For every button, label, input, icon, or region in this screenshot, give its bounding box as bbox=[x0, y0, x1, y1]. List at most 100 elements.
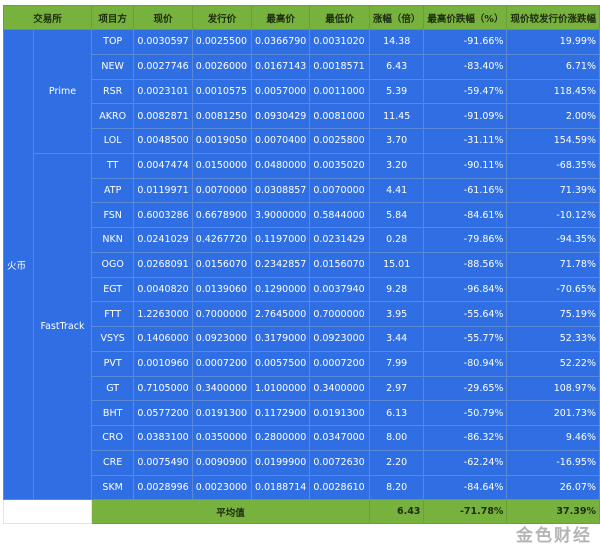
cell-price: 0.0028996 bbox=[133, 474, 193, 501]
cell-issue-price: 0.0090900 bbox=[191, 449, 252, 476]
cell-drop-from-high: -88.56% bbox=[423, 251, 508, 278]
cell-project: LOL bbox=[90, 128, 135, 154]
table-row: OGO 0.0268091 0.0156070 0.2342857 0.0156070 1… bbox=[4, 251, 600, 278]
cell-drop-from-high: -91.09% bbox=[423, 103, 508, 129]
cell-low: 0.0031020 bbox=[309, 29, 370, 55]
cell-high: 0.1197000 bbox=[250, 227, 311, 253]
cell-issue-price: 0.0026000 bbox=[191, 53, 252, 80]
cell-change-vs-issue: 26.07% bbox=[506, 474, 600, 501]
cell-high: 0.0057000 bbox=[250, 78, 311, 105]
cell-high: 0.0188714 bbox=[250, 474, 311, 501]
cell-high: 0.1290000 bbox=[250, 276, 311, 303]
table-row: FastTrack TT 0.0047474 0.0150000 0.0480000 0.… bbox=[4, 152, 600, 501]
watermark-logo: 金色财经 bbox=[516, 526, 592, 546]
table-row: LOL 0.0048500 0.0019050 0.0070400 0.0025800 3… bbox=[4, 128, 600, 154]
cell-multiple: 3.20 bbox=[368, 152, 425, 179]
cell-change-vs-issue: 52.22% bbox=[506, 350, 600, 377]
cell-change-vs-issue: 9.46% bbox=[506, 425, 600, 451]
average-row: 平均值 6.43 -71.78% 37.39% bbox=[3, 499, 600, 525]
average-multiple: 6.43 bbox=[368, 499, 425, 525]
table-row: VSYS 0.1406000 0.0923000 0.3179000 0.0923000… bbox=[4, 326, 600, 352]
cell-change-vs-issue: -94.35% bbox=[506, 227, 600, 253]
cell-change-vs-issue: 2.00% bbox=[506, 103, 600, 129]
cell-price: 0.0119971 bbox=[133, 177, 193, 204]
cell-issue-price: 0.0139060 bbox=[191, 276, 252, 303]
cell-low: 0.0018571 bbox=[309, 53, 370, 80]
cell-multiple: 3.70 bbox=[368, 128, 425, 154]
cell-change-vs-issue: -16.95% bbox=[506, 449, 600, 476]
cell-change-vs-issue: 19.99% bbox=[506, 29, 600, 55]
cell-high: 0.0308857 bbox=[250, 177, 311, 204]
cell-multiple: 5.84 bbox=[368, 202, 425, 228]
cell-low: 0.0035020 bbox=[309, 152, 370, 179]
cell-drop-from-high: -31.11% bbox=[423, 128, 508, 154]
cell-low: 0.0025800 bbox=[309, 128, 370, 154]
table-row: ATP 0.0119971 0.0070000 0.0308857 0.0070000 4… bbox=[4, 177, 600, 204]
cell-low: 0.0037940 bbox=[309, 276, 370, 303]
cell-multiple: 8.00 bbox=[368, 425, 425, 451]
cell-low: 0.0347000 bbox=[309, 425, 370, 451]
cell-price: 0.0048500 bbox=[133, 128, 193, 154]
cell-low: 0.0923000 bbox=[309, 326, 370, 352]
cell-drop-from-high: -50.79% bbox=[423, 400, 508, 426]
cell-issue-price: 0.0019050 bbox=[191, 128, 252, 154]
cell-change-vs-issue: 71.78% bbox=[506, 251, 600, 278]
cell-high: 3.9000000 bbox=[250, 202, 311, 228]
table-row: NEW 0.0027746 0.0026000 0.0167143 0.0018571 6… bbox=[4, 53, 600, 80]
cell-low: 0.0007200 bbox=[309, 350, 370, 377]
cell-project: TT bbox=[90, 152, 135, 179]
cell-high: 0.0480000 bbox=[250, 152, 311, 179]
cell-low: 0.0028610 bbox=[309, 474, 370, 501]
cell-issue-price: 0.0150000 bbox=[191, 152, 252, 179]
footer-blank bbox=[3, 499, 92, 525]
cell-price: 0.0040820 bbox=[133, 276, 193, 303]
cell-high: 1.0100000 bbox=[250, 375, 311, 402]
cell-low: 0.0072630 bbox=[309, 449, 370, 476]
cell-change-vs-issue: -10.12% bbox=[506, 202, 600, 228]
header-multiple: 涨幅（倍） bbox=[368, 5, 425, 30]
cell-high: 0.0070400 bbox=[250, 128, 311, 154]
data-table: 交易所 项目方 现价 发行价 最高价 最低价 涨幅（倍） 最高价跌幅（%） 现价… bbox=[2, 5, 600, 525]
cell-multiple: 8.20 bbox=[368, 474, 425, 501]
cell-issue-price: 0.0025500 bbox=[191, 29, 252, 55]
cell-change-vs-issue: 108.97% bbox=[506, 375, 600, 402]
header-project: 项目方 bbox=[90, 5, 135, 30]
cell-project: NKN bbox=[90, 227, 135, 253]
table-row: FSN 0.6003286 0.6678900 3.9000000 0.5844000 5… bbox=[4, 202, 600, 228]
cell-drop-from-high: -59.47% bbox=[423, 78, 508, 105]
cell-issue-price: 0.0081250 bbox=[191, 103, 252, 129]
cell-multiple: 6.13 bbox=[368, 400, 425, 426]
cell-change-vs-issue: 6.71% bbox=[506, 53, 600, 80]
cell-multiple: 7.99 bbox=[368, 350, 425, 377]
header-issue-price: 发行价 bbox=[191, 5, 252, 30]
cell-price: 0.0577200 bbox=[133, 400, 193, 426]
cell-change-vs-issue: 118.45% bbox=[506, 78, 600, 105]
cell-change-vs-issue: 201.73% bbox=[506, 400, 600, 426]
cell-price: 1.2263000 bbox=[133, 301, 193, 327]
cell-project: OGO bbox=[90, 251, 135, 278]
table-row: SKM 0.0028996 0.0023000 0.0188714 0.0028610 8… bbox=[4, 474, 600, 501]
cell-low: 0.7000000 bbox=[309, 301, 370, 327]
cell-price: 0.1406000 bbox=[133, 326, 193, 352]
cell-low: 0.0231429 bbox=[309, 227, 370, 253]
cell-issue-price: 0.0191300 bbox=[191, 400, 252, 426]
average-label: 平均值 bbox=[90, 499, 370, 525]
cell-multiple: 5.39 bbox=[368, 78, 425, 105]
cell-issue-price: 0.0023000 bbox=[191, 474, 252, 501]
cell-drop-from-high: -84.64% bbox=[423, 474, 508, 501]
cell-issue-price: 0.0156070 bbox=[191, 251, 252, 278]
cell-change-vs-issue: 154.59% bbox=[506, 128, 600, 154]
cell-multiple: 6.43 bbox=[368, 53, 425, 80]
table-row: AKRO 0.0082871 0.0081250 0.0930429 0.0081000… bbox=[4, 103, 600, 129]
cell-drop-from-high: -86.32% bbox=[423, 425, 508, 451]
cell-drop-from-high: -62.24% bbox=[423, 449, 508, 476]
cell-change-vs-issue: -70.65% bbox=[506, 276, 600, 303]
cell-issue-price: 0.7000000 bbox=[191, 301, 252, 327]
header-drop-from-high: 最高价跌幅（%） bbox=[423, 5, 508, 30]
table-body: 交易所 项目方 现价 发行价 最高价 最低价 涨幅（倍） 最高价跌幅（%） 现价… bbox=[2, 5, 600, 525]
group-cell: FastTrack bbox=[33, 152, 92, 501]
cell-drop-from-high: -61.16% bbox=[423, 177, 508, 204]
header-row: 交易所 项目方 现价 发行价 最高价 最低价 涨幅（倍） 最高价跌幅（%） 现价… bbox=[3, 5, 600, 30]
cell-project: TOP bbox=[90, 29, 135, 55]
cell-project: FSN bbox=[90, 202, 135, 228]
